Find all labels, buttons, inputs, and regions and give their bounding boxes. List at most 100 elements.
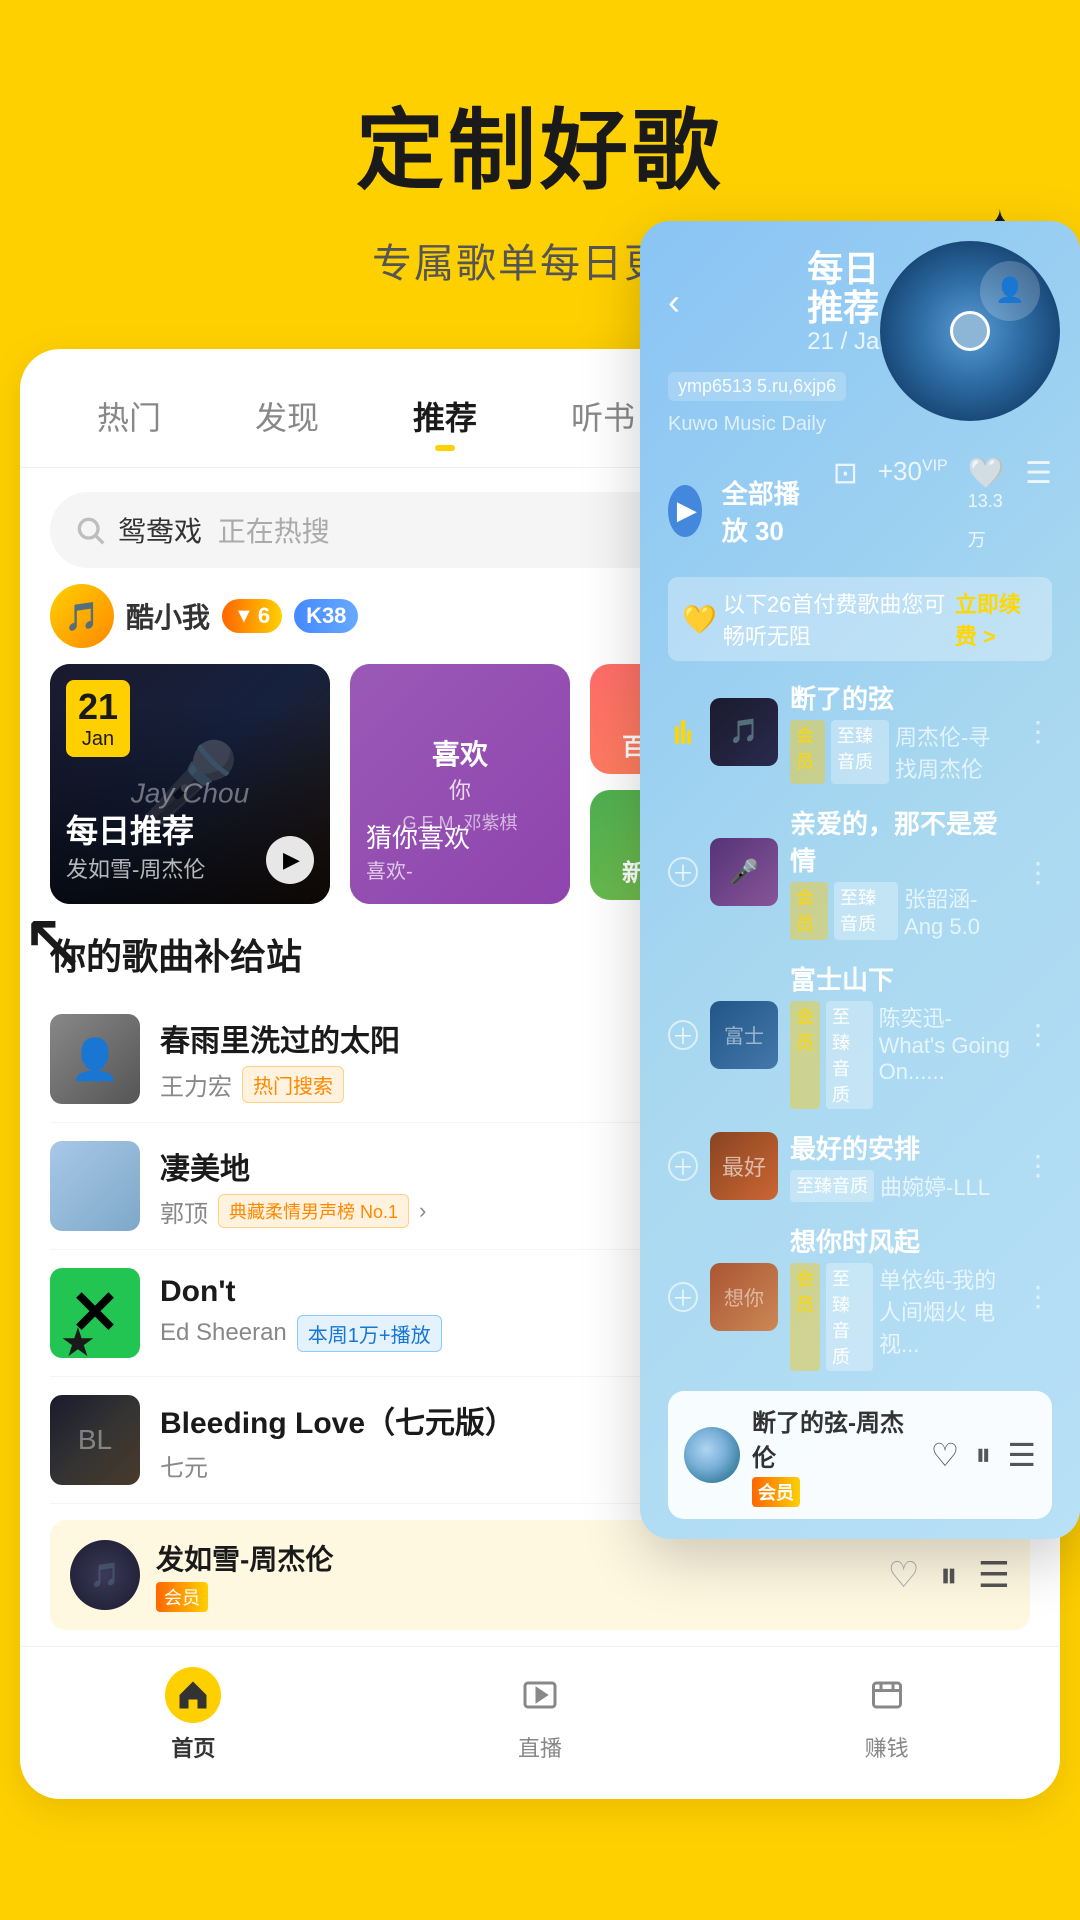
mini-playing-vip-tag: 会员	[752, 1477, 800, 1507]
now-playing-cover: 🎵	[70, 1540, 140, 1610]
more-button-5[interactable]: ⋮	[1024, 1280, 1052, 1313]
more-button-1[interactable]: ⋮	[1024, 715, 1052, 748]
k-level: K38	[306, 603, 346, 629]
bottom-nav-earn[interactable]: 赚钱	[859, 1667, 915, 1763]
more-button-3[interactable]: ⋮	[1024, 1018, 1052, 1051]
vip-tag-2: 会员	[790, 882, 828, 940]
add-icon-1[interactable]: ＋	[668, 857, 698, 887]
song-artist-3: Ed Sheeran	[160, 1319, 287, 1347]
pause-icon[interactable]: ⏸	[940, 1554, 958, 1597]
mini-playing-bar: 断了的弦-周杰伦 会员 ♡ ⏸ ☰	[668, 1391, 1052, 1519]
heart-ctrl-icon[interactable]: ♡	[931, 1436, 960, 1474]
tab-recommend[interactable]: 推荐	[409, 385, 481, 447]
banner-date: 21 Jan	[66, 680, 130, 757]
vip-plus-icon[interactable]: +30VIP	[878, 456, 948, 565]
mini-song-info-5: 想你时风起 会员 至臻音质 单依纯-我的人间烟火 电视...	[790, 1222, 1012, 1371]
back-icon[interactable]: ‹	[668, 281, 680, 323]
tab-hot[interactable]: 热门	[93, 385, 165, 447]
equalizer-icon	[668, 720, 698, 744]
mini-song-name-4: 最好的安排	[790, 1129, 1012, 1166]
play-button-small[interactable]: ▶	[266, 836, 314, 884]
menu-icon[interactable]: ☰	[1025, 456, 1052, 565]
mini-song-item-2[interactable]: ＋ 🎤 亲爱的，那不是爱情 会员 至臻音质 张韶涵-Ang 5.0 ⋮	[668, 794, 1052, 950]
mini-song-info-3: 富士山下 会员 至臻音质 陈奕迅-What's Going On......	[790, 960, 1012, 1109]
now-playing-vip-tag: 会员	[156, 1582, 208, 1612]
more-button-2[interactable]: ⋮	[1024, 856, 1052, 889]
add-icon-2[interactable]: ＋	[668, 1020, 698, 1050]
quality-tag-5: 至臻音质	[826, 1263, 873, 1371]
mini-song-item-3[interactable]: ＋ 富士 富士山下 会员 至臻音质 陈奕迅-What's Going On...…	[668, 950, 1052, 1119]
play-all-label: 全部播放 30	[722, 474, 813, 548]
more-button-4[interactable]: ⋮	[1024, 1149, 1052, 1182]
mini-song-cover-2: 🎤	[710, 838, 778, 906]
nowplay-cover	[684, 1427, 740, 1483]
bleed-cover: BL	[50, 1395, 140, 1485]
banner-guess-like[interactable]: 喜欢 你 G.E.M. 邓紫棋 猜你喜欢 喜欢-	[350, 664, 570, 904]
mini-song-artist-4: 曲婉婷-LLL	[880, 1170, 990, 1202]
song-artist-1: 王力宏	[160, 1067, 232, 1102]
now-playing-controls: ♡ ⏸ ☰	[887, 1554, 1010, 1597]
song-tag-1: 热门搜索	[242, 1066, 344, 1103]
mini-player-vip-bar: 💛 以下26首付费歌曲您可畅听无阻 立即续费 >	[668, 577, 1052, 661]
song-artist-4: 七元	[160, 1448, 208, 1483]
list-ctrl-icon[interactable]: ☰	[1007, 1436, 1036, 1474]
mini-song-tags-2: 会员 至臻音质 张韶涵-Ang 5.0	[790, 882, 1012, 940]
mini-playing-title: 断了的弦-周杰伦 会员	[752, 1403, 919, 1507]
disc-center	[950, 311, 990, 351]
mini-song-item-4[interactable]: ＋ 最好 最好的安排 至臻音质 曲婉婷-LLL ⋮	[668, 1119, 1052, 1212]
vip-tag-5: 会员	[790, 1263, 820, 1371]
mini-ctrl-right: ⊡ +30VIP 🤍13.3万 ☰	[833, 456, 1052, 565]
green-x-cover: ✕	[50, 1268, 140, 1358]
user-avatar: 🎵	[50, 584, 114, 648]
banner-2-label: 猜你喜欢 喜欢-	[366, 818, 554, 884]
pause-ctrl-icon[interactable]: ⏸	[975, 1436, 991, 1474]
vip-bar-text: 💛 以下26首付费歌曲您可畅听无阻	[682, 587, 955, 651]
earn-label: 赚钱	[865, 1731, 909, 1763]
landscape-cover	[50, 1141, 140, 1231]
mini-player-song-list: 🎵 断了的弦 会员 至臻音质 周杰伦-寻找周杰伦 ⋮ ＋ 🎤	[668, 669, 1052, 1381]
song-tag-3: 本周1万+播放	[297, 1315, 442, 1352]
mini-player-disc: 👤	[880, 241, 1060, 421]
heart-icon[interactable]: ♡	[887, 1554, 919, 1596]
heart-count-icon[interactable]: 🤍13.3万	[968, 456, 1005, 565]
mini-song-tags-3: 会员 至臻音质 陈奕迅-What's Going On......	[790, 1001, 1012, 1109]
person-cover: 👤	[50, 1014, 140, 1104]
bottom-nav-live[interactable]: 直播	[512, 1667, 568, 1763]
search-icon	[74, 514, 106, 546]
bottom-nav: 首页 直播	[20, 1646, 1060, 1779]
mini-song-name-1: 断了的弦	[790, 679, 1012, 716]
banner-daily-recommend[interactable]: 🎤 Jay Chou 21 Jan 每日推荐 发如雪-周杰伦 ▶	[50, 664, 330, 904]
tab-discover[interactable]: 发现	[251, 385, 323, 447]
playlist-icon[interactable]: ☰	[978, 1554, 1010, 1596]
quality-tag-2: 至臻音质	[834, 882, 898, 940]
tab-audiobook[interactable]: 听书	[567, 385, 639, 447]
mini-song-name-2: 亲爱的，那不是爱情	[790, 804, 1012, 878]
page-title: 定制好歌	[356, 80, 724, 207]
quality-tag-3: 至臻音质	[826, 1001, 873, 1109]
mini-song-tags-1: 会员 至臻音质 周杰伦-寻找周杰伦	[790, 720, 1012, 784]
song-cover-2	[50, 1141, 140, 1231]
add-icon-3[interactable]: ＋	[668, 1151, 698, 1181]
screenshot-icon[interactable]: ⊡	[833, 456, 858, 565]
now-playing-info: 发如雪-周杰伦 会员	[156, 1538, 871, 1612]
mini-song-item-1[interactable]: 🎵 断了的弦 会员 至臻音质 周杰伦-寻找周杰伦 ⋮	[668, 669, 1052, 794]
song-cover-3: ✕	[50, 1268, 140, 1358]
renew-button[interactable]: 立即续费 >	[955, 587, 1038, 651]
song-cover-4: BL	[50, 1395, 140, 1485]
song-cover-1: 👤	[50, 1014, 140, 1104]
vip-level: 6	[258, 603, 270, 629]
earn-icon	[859, 1667, 915, 1723]
k-badge: K38	[294, 599, 358, 633]
bottom-nav-home[interactable]: 首页	[165, 1667, 221, 1763]
mini-song-artist-5: 单依纯-我的人间烟火 电视...	[879, 1263, 1012, 1371]
mini-player-title-1: 每日	[807, 249, 892, 289]
quality-tag: 至臻音质	[831, 720, 889, 784]
mini-song-item-5[interactable]: ＋ 想你 想你时风起 会员 至臻音质 单依纯-我的人间烟火 电视... ⋮	[668, 1212, 1052, 1381]
mini-song-info-1: 断了的弦 会员 至臻音质 周杰伦-寻找周杰伦	[790, 679, 1012, 784]
play-all-button[interactable]: ▶	[668, 485, 702, 537]
jay-cover: 🎵	[70, 1540, 140, 1610]
now-playing-title: 发如雪-周杰伦	[156, 1538, 871, 1578]
add-icon-4[interactable]: ＋	[668, 1282, 698, 1312]
mini-player-controls: ▶ 全部播放 30 ⊡ +30VIP 🤍13.3万 ☰	[668, 456, 1052, 565]
home-label: 首页	[171, 1731, 215, 1763]
